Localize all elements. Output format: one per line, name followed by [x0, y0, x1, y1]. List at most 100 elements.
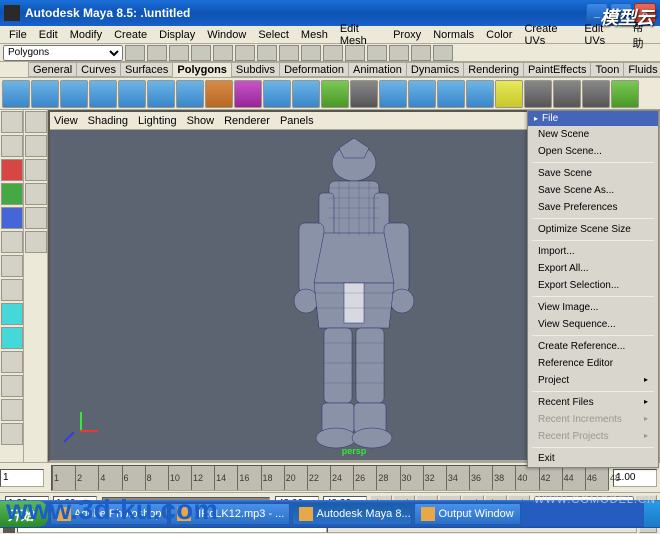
- file-menu-item[interactable]: Export All...: [528, 260, 658, 277]
- shelf-button[interactable]: [234, 80, 262, 108]
- layout-preset[interactable]: [25, 111, 47, 133]
- soft-tool[interactable]: [1, 255, 23, 277]
- shelf-tab[interactable]: Fluids: [623, 62, 660, 77]
- shelf-button[interactable]: [2, 80, 30, 108]
- file-menu-item[interactable]: Save Preferences: [528, 199, 658, 216]
- mode-selector[interactable]: Polygons: [3, 45, 123, 61]
- layout-button[interactable]: [1, 399, 23, 421]
- shelf-button[interactable]: [89, 80, 117, 108]
- shelf-button[interactable]: [292, 80, 320, 108]
- status-icon[interactable]: [323, 45, 343, 61]
- rotate-tool[interactable]: [1, 183, 23, 205]
- layout-button[interactable]: [1, 375, 23, 397]
- shelf-button[interactable]: [379, 80, 407, 108]
- shelf-tab[interactable]: Animation: [348, 62, 407, 77]
- shelf-tab[interactable]: PaintEffects: [523, 62, 592, 77]
- status-icon[interactable]: [389, 45, 409, 61]
- layout-four[interactable]: [1, 327, 23, 349]
- shelf-tab[interactable]: Subdivs: [231, 62, 280, 77]
- taskbar-item[interactable]: Output Window: [414, 503, 520, 525]
- shelf-tab[interactable]: Dynamics: [406, 62, 464, 77]
- file-menu-item[interactable]: Export Selection...: [528, 277, 658, 294]
- shelf-tab[interactable]: Curves: [76, 62, 121, 77]
- timeline-ruler[interactable]: 1246810121416182022242628303234363840424…: [51, 465, 609, 491]
- layout-preset[interactable]: [25, 231, 47, 253]
- menu-mesh[interactable]: Mesh: [295, 29, 334, 41]
- status-icon[interactable]: [169, 45, 189, 61]
- menu-display[interactable]: Display: [153, 29, 201, 41]
- menu-edit-mesh[interactable]: Edit Mesh: [334, 23, 387, 47]
- menu-modify[interactable]: Modify: [64, 29, 108, 41]
- menu-window[interactable]: Window: [201, 29, 252, 41]
- menu-color[interactable]: Color: [480, 29, 518, 41]
- layout-preset[interactable]: [25, 183, 47, 205]
- file-menu-item[interactable]: Save Scene As...: [528, 182, 658, 199]
- current-frame-field[interactable]: [0, 469, 44, 487]
- shelf-button[interactable]: [553, 80, 581, 108]
- vp-menu-show[interactable]: Show: [187, 115, 215, 127]
- file-menu-item[interactable]: Recent Files: [528, 394, 658, 411]
- shelf-button[interactable]: [321, 80, 349, 108]
- file-menu-item[interactable]: Exit: [528, 450, 658, 467]
- vp-menu-lighting[interactable]: Lighting: [138, 115, 177, 127]
- menu-proxy[interactable]: Proxy: [387, 29, 427, 41]
- shelf-button[interactable]: [495, 80, 523, 108]
- shelf-button[interactable]: [408, 80, 436, 108]
- file-menu-item[interactable]: New Scene: [528, 126, 658, 143]
- file-menu-item[interactable]: View Image...: [528, 299, 658, 316]
- taskbar-item-active[interactable]: Autodesk Maya 8...: [292, 503, 412, 525]
- file-menu-item[interactable]: Create Reference...: [528, 338, 658, 355]
- menu-create[interactable]: Create: [108, 29, 153, 41]
- shelf-button[interactable]: [60, 80, 88, 108]
- file-menu-item[interactable]: View Sequence...: [528, 316, 658, 333]
- layout-preset[interactable]: [25, 159, 47, 181]
- shelf-button[interactable]: [524, 80, 552, 108]
- vp-menu-shading[interactable]: Shading: [88, 115, 128, 127]
- last-tool[interactable]: [1, 279, 23, 301]
- menu-select[interactable]: Select: [252, 29, 295, 41]
- layout-preset[interactable]: [25, 207, 47, 229]
- file-menu-item[interactable]: Save Scene: [528, 165, 658, 182]
- vp-menu-renderer[interactable]: Renderer: [224, 115, 270, 127]
- status-icon[interactable]: [191, 45, 211, 61]
- manipulator-tool[interactable]: [1, 231, 23, 253]
- status-icon[interactable]: [411, 45, 431, 61]
- shelf-tab[interactable]: Rendering: [463, 62, 524, 77]
- status-icon[interactable]: [345, 45, 365, 61]
- status-icon[interactable]: [125, 45, 145, 61]
- shelf-button[interactable]: [205, 80, 233, 108]
- status-icon[interactable]: [213, 45, 233, 61]
- shelf-button[interactable]: [147, 80, 175, 108]
- shelf-tab[interactable]: General: [28, 62, 77, 77]
- shelf-button[interactable]: [31, 80, 59, 108]
- layout-button[interactable]: [1, 351, 23, 373]
- shelf-button[interactable]: [582, 80, 610, 108]
- file-menu-item[interactable]: Optimize Scene Size: [528, 221, 658, 238]
- status-icon[interactable]: [235, 45, 255, 61]
- scale-tool[interactable]: [1, 207, 23, 229]
- shelf-button[interactable]: [263, 80, 291, 108]
- shelf-button[interactable]: [350, 80, 378, 108]
- shelf-button[interactable]: [176, 80, 204, 108]
- vp-menu-view[interactable]: View: [54, 115, 78, 127]
- lasso-tool[interactable]: [1, 135, 23, 157]
- file-menu-item[interactable]: Reference Editor: [528, 355, 658, 372]
- shelf-button[interactable]: [466, 80, 494, 108]
- layout-single[interactable]: [1, 303, 23, 325]
- shelf-tab[interactable]: Toon: [590, 62, 624, 77]
- shelf-tab[interactable]: Surfaces: [120, 62, 173, 77]
- vp-menu-panels[interactable]: Panels: [280, 115, 314, 127]
- move-tool[interactable]: [1, 159, 23, 181]
- shelf-tab[interactable]: Deformation: [279, 62, 349, 77]
- file-menu-item[interactable]: Project: [528, 372, 658, 389]
- menu-normals[interactable]: Normals: [427, 29, 480, 41]
- status-icon[interactable]: [433, 45, 453, 61]
- file-menu-item[interactable]: Open Scene...: [528, 143, 658, 160]
- layout-preset[interactable]: [25, 135, 47, 157]
- select-tool[interactable]: [1, 111, 23, 133]
- shelf-button[interactable]: [437, 80, 465, 108]
- menu-edit[interactable]: Edit: [33, 29, 64, 41]
- status-icon[interactable]: [147, 45, 167, 61]
- menu-file[interactable]: File: [3, 29, 33, 41]
- status-icon[interactable]: [301, 45, 321, 61]
